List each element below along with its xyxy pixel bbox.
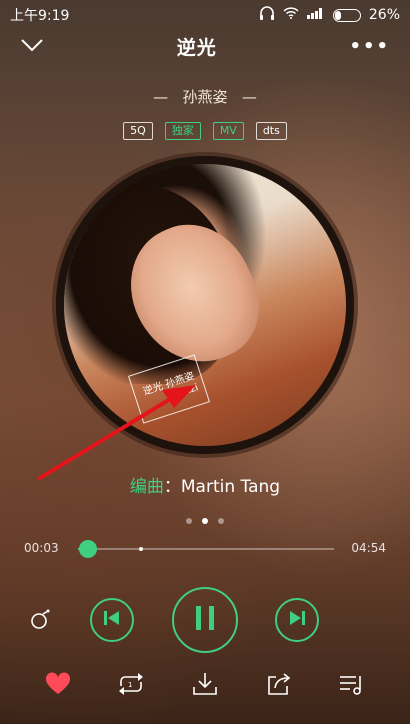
page-dot[interactable] <box>218 518 224 524</box>
composer-separator: ： <box>163 477 181 497</box>
total-time: 04:54 <box>351 541 386 555</box>
share-icon[interactable] <box>266 672 292 700</box>
progress-track[interactable] <box>78 540 334 558</box>
exclusive-tag: 独家 <box>164 122 201 140</box>
buffer-marker <box>139 547 144 551</box>
previous-button[interactable] <box>90 598 134 642</box>
download-icon[interactable] <box>192 672 218 700</box>
status-time: 上午9:19 <box>10 8 70 24</box>
album-art: 逆光 孙燕姿 yanzi <box>64 164 346 446</box>
current-time: 00:03 <box>24 541 59 555</box>
progress-row: 00:03 04:54 <box>0 539 410 559</box>
battery-percent: 26% <box>368 7 400 23</box>
mv-tag[interactable]: MV <box>212 122 244 140</box>
pause-icon <box>194 605 216 635</box>
status-icons: 26% <box>259 6 400 24</box>
play-mode-icon[interactable] <box>28 608 52 636</box>
lyrics-line[interactable]: 编曲：Martin Tang <box>0 472 410 497</box>
skip-previous-icon <box>103 610 121 630</box>
playlist-icon[interactable] <box>338 672 366 700</box>
song-title: 逆光 <box>176 36 217 59</box>
skip-next-icon <box>288 610 306 630</box>
chevron-down-icon[interactable] <box>20 37 44 56</box>
battery-fill <box>334 10 342 20</box>
composer-label: 编曲 <box>129 477 164 497</box>
next-button[interactable] <box>275 598 319 642</box>
artist-row: — 孙燕姿 — <box>0 86 410 107</box>
composer-name: Martin Tang <box>180 477 281 497</box>
artist-decoration-left: — <box>153 88 169 106</box>
page-dot[interactable] <box>186 518 192 524</box>
battery-icon <box>332 8 361 22</box>
dts-tag[interactable]: dts <box>255 122 287 140</box>
artist-decoration-right: — <box>241 88 257 106</box>
playback-controls <box>0 586 410 654</box>
album-disc[interactable]: 逆光 孙燕姿 yanzi <box>56 156 354 454</box>
sq-tag: 5Q <box>123 122 153 140</box>
quality-tags: 5Q 独家 MV dts <box>0 122 410 140</box>
repeat-icon[interactable]: 1 <box>117 672 145 700</box>
more-dots-icon[interactable]: ••• <box>349 36 390 57</box>
play-pause-button[interactable] <box>172 587 238 653</box>
page-dot-active[interactable] <box>202 518 208 524</box>
signal-icon <box>306 7 325 23</box>
headphones-icon <box>259 6 275 24</box>
artist-name[interactable]: 孙燕姿 <box>182 88 227 106</box>
page-indicator <box>0 518 410 524</box>
status-bar: 上午9:19 26% <box>0 0 410 30</box>
heart-icon[interactable] <box>45 672 71 700</box>
bottom-action-bar: 1 <box>0 664 410 704</box>
progress-thumb[interactable] <box>79 540 98 558</box>
svg-text:1: 1 <box>128 681 132 689</box>
wifi-icon <box>283 7 299 23</box>
title-bar: 逆光 ••• <box>0 30 410 62</box>
